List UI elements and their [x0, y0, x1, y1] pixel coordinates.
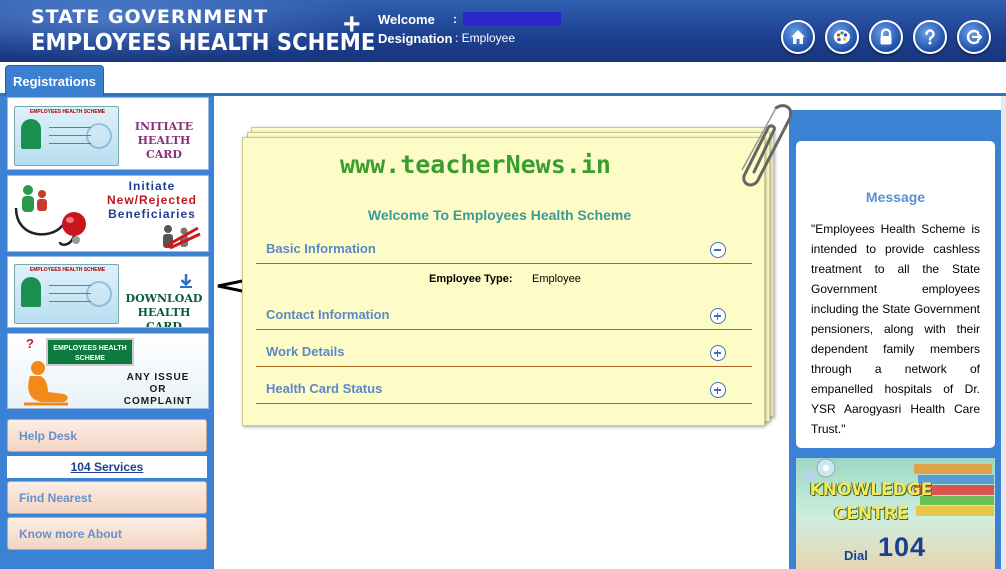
health-card-image: EMPLOYEES HEALTH SCHEME — [14, 264, 119, 324]
sign-line: EMPLOYEES HEALTH — [53, 345, 127, 352]
services-104-link[interactable]: 104 Services — [71, 460, 144, 474]
tab-registrations[interactable]: Registrations — [5, 65, 104, 96]
rejected-family-icon — [163, 225, 201, 250]
card-line — [49, 301, 91, 302]
download-health-card-tile[interactable]: EMPLOYEES HEALTH SCHEME DOWNLOAD HEALTH … — [7, 256, 209, 328]
stethoscope-family-icon — [14, 185, 86, 246]
collapse-icon[interactable] — [710, 242, 726, 258]
section-basic-information[interactable]: Basic Information — [256, 234, 752, 264]
section-label: Work Details — [266, 344, 345, 359]
card-line — [49, 143, 91, 144]
watermark-text: www.teacherNews.in — [340, 150, 611, 179]
section-contact-information[interactable]: Contact Information — [256, 300, 752, 330]
expand-icon[interactable] — [710, 345, 726, 361]
caption-line: DOWNLOAD — [125, 292, 203, 305]
knowledge-title-line1: KNOWLEDGE — [809, 480, 933, 500]
designation-value: : Employee — [455, 31, 516, 45]
section-label: Basic Information — [266, 241, 376, 256]
knowledge-title-line2: CENTRE — [833, 504, 909, 524]
page: STATE GOVERNMENT EMPLOYEES HEALTH SCHEME… — [0, 0, 1006, 569]
download-card-caption: DOWNLOAD HEALTH CARD — [120, 292, 208, 328]
card-header-text: EMPLOYEES HEALTH SCHEME — [29, 267, 106, 273]
download-arrow-icon — [180, 274, 192, 288]
section-label: Health Card Status — [266, 381, 383, 396]
header-banner: STATE GOVERNMENT EMPLOYEES HEALTH SCHEME… — [0, 0, 1006, 62]
caption-line: COMPLAINT — [123, 396, 193, 407]
dial-number: 104 — [878, 532, 927, 562]
sidebar: EMPLOYEES HEALTH SCHEME INITIATE HEALTH … — [0, 96, 214, 569]
help-desk-button[interactable]: Help Desk — [7, 419, 207, 452]
beneficiaries-caption: Initiate New/Rejected Beneficiaries — [98, 179, 206, 221]
paperclip-icon — [741, 104, 793, 187]
seal-icon — [86, 281, 112, 307]
section-label: Contact Information — [266, 307, 390, 322]
expand-icon[interactable] — [710, 382, 726, 398]
complaint-caption: ANY ISSUE OR COMPLAINT — [108, 372, 208, 408]
welcome-separator: : — [453, 12, 457, 26]
card-line — [49, 293, 91, 294]
help-icon[interactable] — [913, 20, 947, 54]
message-box: Message "Employees Health Scheme is inte… — [796, 141, 995, 448]
caption-line: New/Rejected — [106, 193, 198, 207]
expand-icon[interactable] — [710, 308, 726, 324]
lock-icon[interactable] — [869, 20, 903, 54]
home-icon[interactable] — [781, 20, 815, 54]
know-more-button[interactable]: Know more About — [7, 517, 207, 550]
employee-type-label: Employee Type: — [429, 273, 513, 285]
person-silhouette-icon — [21, 277, 41, 307]
designation-label: Designation — [378, 31, 453, 46]
logout-icon[interactable] — [957, 20, 991, 54]
question-mark-icon: ? — [26, 336, 34, 351]
caption-line: Beneficiaries — [108, 207, 196, 221]
section-work-details[interactable]: Work Details — [256, 337, 752, 367]
card-line — [49, 135, 91, 136]
brand-plus-icon: + — [343, 8, 361, 41]
employee-type-value: Employee — [532, 273, 581, 285]
person-silhouette-icon — [21, 119, 41, 149]
caption-line: OR — [149, 384, 167, 395]
health-card-image: EMPLOYEES HEALTH SCHEME — [14, 106, 119, 166]
caption-line: ANY ISSUE — [126, 372, 190, 383]
card-line — [49, 285, 91, 286]
welcome-heading: Welcome To Employees Health Scheme — [367, 207, 632, 223]
tab-bar: Registrations — [0, 62, 1006, 96]
caption-line: HEALTH CARD — [137, 134, 191, 161]
message-body: "Employees Health Scheme is intended to … — [811, 222, 980, 436]
initiate-beneficiaries-tile[interactable]: Initiate New/Rejected Beneficiaries — [7, 175, 209, 252]
caption-line: HEALTH CARD — [137, 306, 191, 328]
section-health-card-status[interactable]: Health Card Status — [256, 374, 752, 404]
dial-label: Dial — [844, 548, 868, 563]
welcome-username-redacted — [463, 12, 561, 26]
brand-line2: EMPLOYEES HEALTH SCHEME — [31, 30, 376, 56]
find-nearest-button[interactable]: Find Nearest — [7, 481, 207, 514]
brand-line1: STATE GOVERNMENT — [31, 6, 269, 28]
caption-line: Initiate — [128, 179, 176, 193]
initiate-card-caption: INITIATE HEALTH CARD — [122, 120, 206, 162]
card-line — [49, 127, 91, 128]
card-header-text: EMPLOYEES HEALTH SCHEME — [29, 109, 106, 115]
knowledge-centre-banner[interactable]: KNOWLEDGE CENTRE Dial 104 — [796, 458, 995, 569]
caption-line: INITIATE — [134, 120, 194, 133]
services-104-row: 104 Services — [7, 456, 207, 478]
message-title: Message — [865, 189, 926, 205]
confused-person-icon — [24, 361, 68, 406]
issue-complaint-tile[interactable]: EMPLOYEES HEALTH SCHEME ? ANY ISSUE OR C… — [7, 333, 209, 409]
vertical-scrollbar[interactable] — [1001, 96, 1006, 569]
seal-icon — [86, 123, 112, 149]
welcome-label: Welcome — [378, 12, 435, 27]
initiate-health-card-tile[interactable]: EMPLOYEES HEALTH SCHEME INITIATE HEALTH … — [7, 97, 209, 170]
palette-icon[interactable] — [825, 20, 859, 54]
